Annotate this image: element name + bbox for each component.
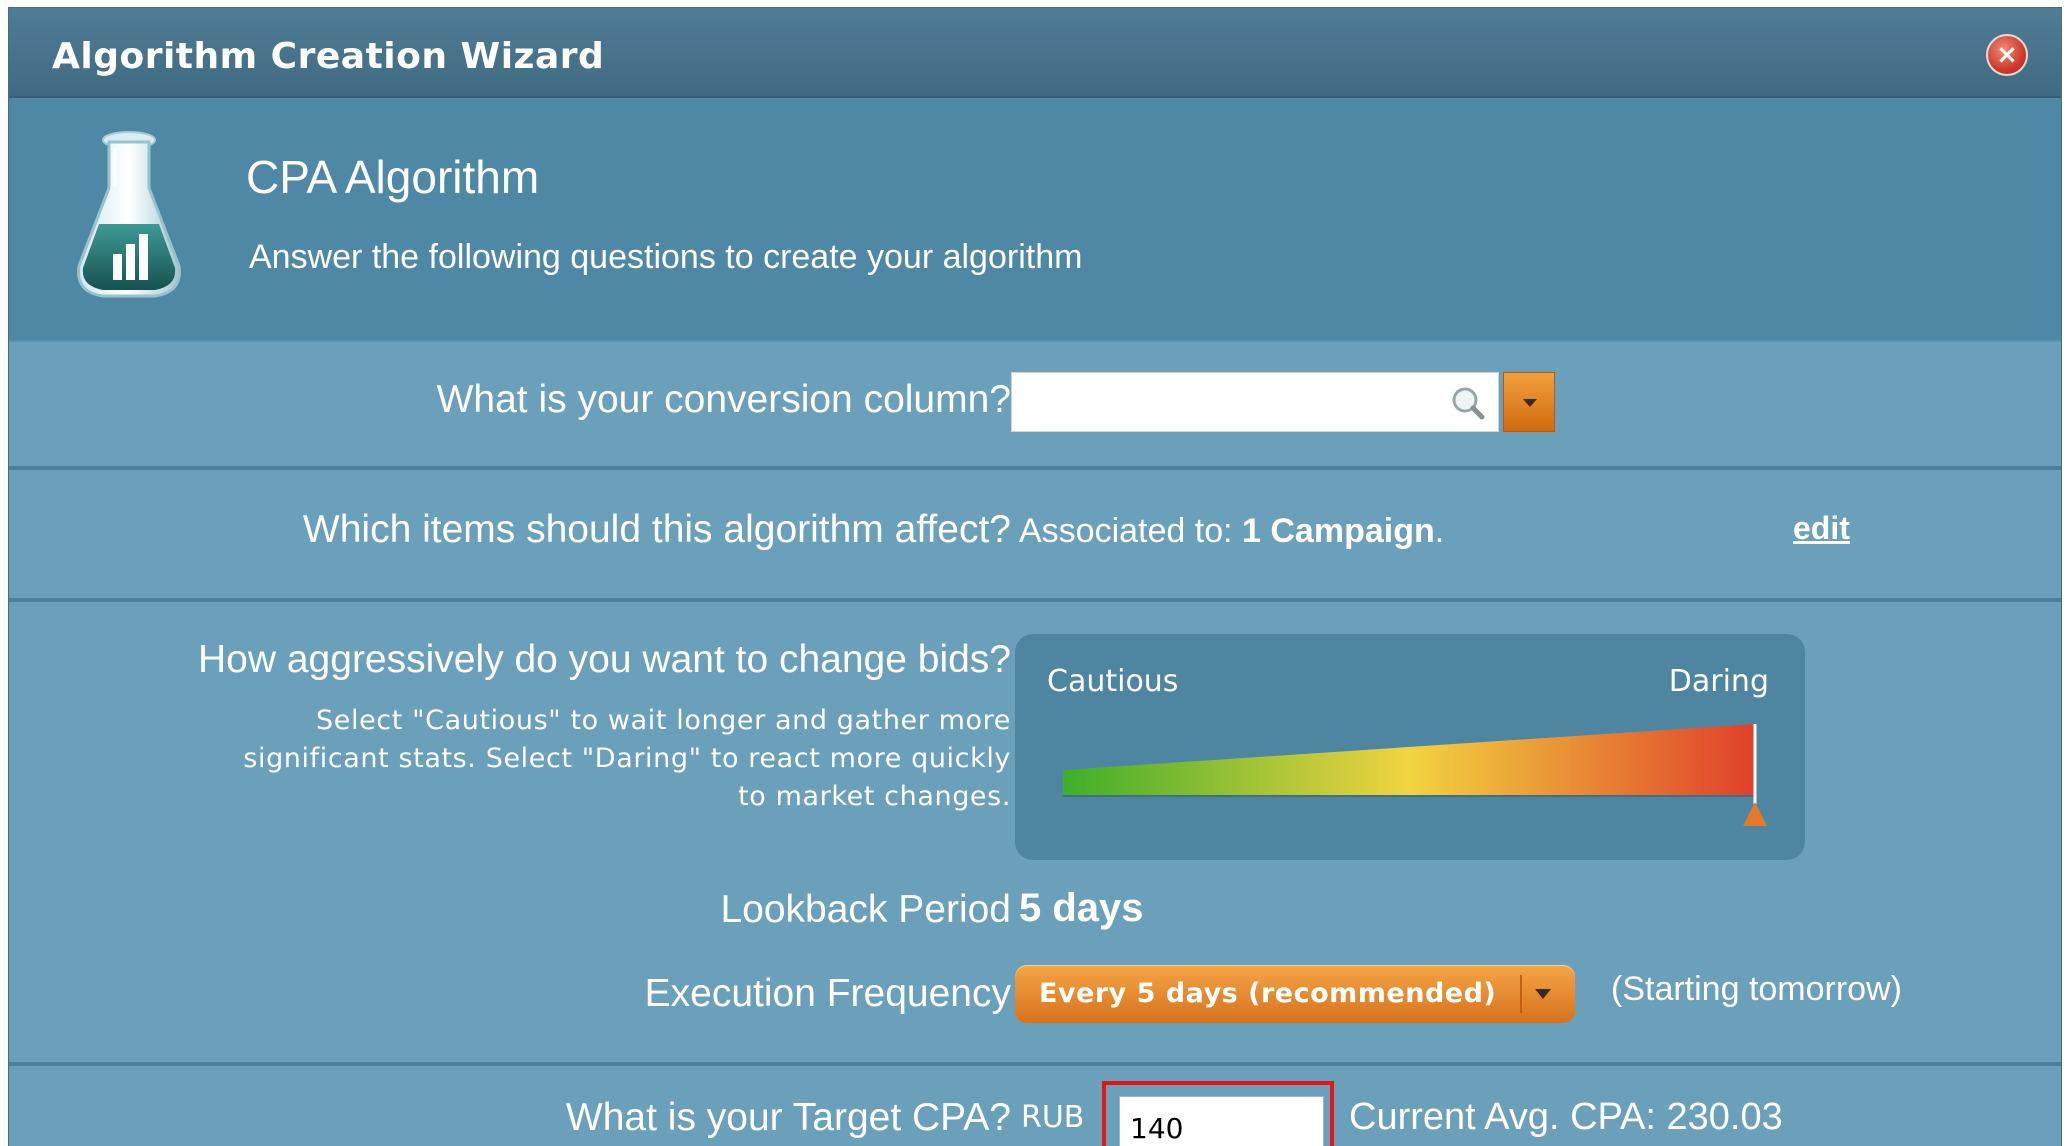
aggressiveness-help: Select "Cautious" to wait longer and gat… — [111, 702, 1011, 816]
execution-label: Execution Frequency — [644, 972, 1011, 1015]
chevron-down-icon[interactable] — [1535, 989, 1551, 999]
currency-label: RUB — [1021, 1100, 1085, 1135]
conversion-search-field[interactable] — [1011, 372, 1499, 432]
wizard-dialog: Algorithm Creation Wizard × CPA Algorith… — [9, 8, 2061, 1146]
title-bar: Algorithm Creation Wizard × — [9, 8, 2061, 98]
flask-chart-icon — [77, 131, 181, 298]
conversion-section: What is your conversion column? — [9, 342, 2061, 466]
wizard-header: CPA Algorithm Answer the following quest… — [9, 98, 2061, 340]
execution-frequency-dropdown[interactable]: Every 5 days (recommended) — [1015, 965, 1575, 1023]
target-cpa-input[interactable] — [1119, 1096, 1324, 1146]
execution-note: (Starting tomorrow) — [1611, 970, 1902, 1008]
aggressiveness-ramp — [1063, 724, 1767, 826]
help-line: significant stats. Select "Daring" to re… — [243, 743, 1011, 774]
slider-handle[interactable] — [1743, 802, 1767, 826]
associated-text: Associated to: 1 Campaign. — [1019, 512, 1444, 551]
current-avg-cpa: Current Avg. CPA: 230.03 — [1349, 1096, 1783, 1138]
aggressiveness-question: How aggressively do you want to change b… — [198, 638, 1011, 681]
edit-link[interactable]: edit — [1793, 510, 1850, 547]
associated-label: Associated to: — [1019, 512, 1233, 550]
magnifier-icon[interactable] — [1450, 385, 1486, 421]
execution-frequency-value: Every 5 days (recommended) — [1039, 978, 1497, 1009]
items-question: Which items should this algorithm affect… — [302, 508, 1011, 551]
slider-max-label: Daring — [1668, 664, 1769, 699]
window-title: Algorithm Creation Wizard — [52, 36, 605, 77]
algorithm-subtitle: Answer the following questions to create… — [249, 238, 1083, 276]
help-line: Select "Cautious" to wait longer and gat… — [316, 705, 1011, 736]
lookback-label: Lookback Period — [720, 888, 1011, 931]
bidding-section: How aggressively do you want to change b… — [9, 602, 2061, 1062]
dropdown-divider — [1520, 975, 1522, 1013]
conversion-question: What is your conversion column? — [436, 378, 1011, 421]
help-line: to market changes. — [738, 781, 1011, 812]
close-icon[interactable]: × — [1986, 34, 2028, 76]
items-section: Which items should this algorithm affect… — [9, 470, 2061, 598]
target-cpa-section: What is your Target CPA? RUB Current Avg… — [9, 1066, 2061, 1146]
aggressiveness-slider[interactable]: Cautious Daring — [1015, 634, 1805, 860]
slider-min-label: Cautious — [1047, 664, 1179, 699]
chevron-down-icon[interactable] — [1503, 372, 1555, 432]
associated-suffix: . — [1434, 512, 1445, 550]
algorithm-title: CPA Algorithm — [246, 151, 540, 203]
associated-value: 1 Campaign — [1242, 512, 1435, 550]
target-cpa-question: What is your Target CPA? — [565, 1096, 1011, 1139]
lookback-value: 5 days — [1019, 886, 1144, 930]
